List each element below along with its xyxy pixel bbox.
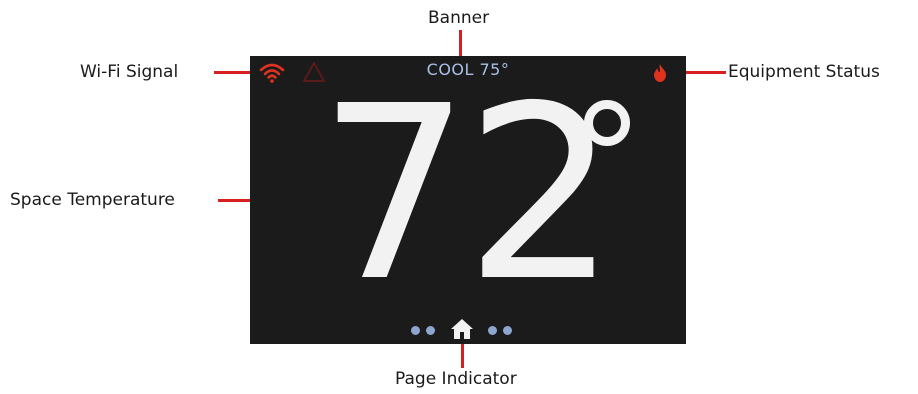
space-temperature-value: 72	[318, 56, 617, 334]
home-icon[interactable]	[450, 318, 474, 340]
page-dot[interactable]	[503, 326, 512, 335]
degree-symbol	[584, 100, 630, 146]
wifi-callout-label: Wi-Fi Signal	[80, 62, 179, 82]
equipment-status-callout-label: Equipment Status	[728, 62, 880, 82]
page-dot[interactable]	[411, 326, 420, 335]
banner-callout-label: Banner	[428, 8, 490, 28]
equipment-leader-line	[684, 71, 726, 74]
page-dot[interactable]	[426, 326, 435, 335]
wifi-leader-line	[214, 71, 252, 74]
flame-icon	[654, 64, 666, 82]
space-temperature-callout-label: Space Temperature	[10, 190, 175, 210]
page-dot[interactable]	[488, 326, 497, 335]
thermostat-screen: COOL 75° 72	[250, 56, 686, 344]
page-indicator-callout-label: Page Indicator	[395, 369, 517, 389]
